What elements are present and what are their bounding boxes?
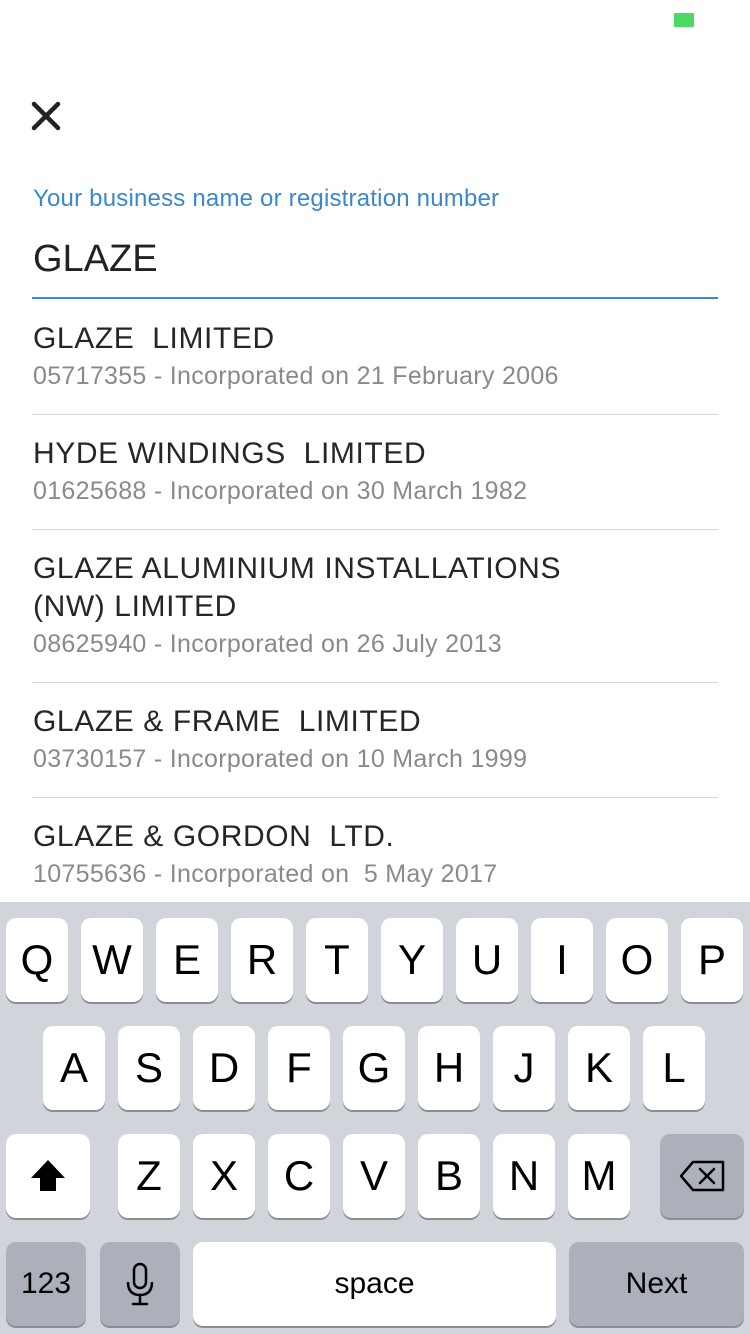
result-company-name: GLAZE LIMITED — [33, 322, 275, 355]
shift-key[interactable] — [6, 1134, 90, 1218]
key-s[interactable]: S — [118, 1026, 180, 1110]
results-list: GLAZE LIMITED 05717355 - Incorporated on … — [0, 300, 750, 902]
battery-icon — [674, 13, 694, 27]
result-item[interactable]: GLAZE ALUMINIUM INSTALLATIONS (NW) LIMIT… — [32, 530, 718, 683]
delete-key[interactable] — [660, 1134, 744, 1218]
key-w[interactable]: W — [81, 918, 143, 1002]
search-input[interactable] — [33, 230, 718, 288]
result-item[interactable]: GLAZE LIMITED 05717355 - Incorporated on … — [32, 300, 718, 415]
keyboard: Q W E R T Y U I O P A S D F G H J K L Z X C V B N M 123 space Next — [0, 902, 750, 1334]
key-o[interactable]: O — [606, 918, 668, 1002]
result-company-details: 03730157 - Incorporated on 10 March 1999 — [33, 745, 528, 773]
key-e[interactable]: E — [156, 918, 218, 1002]
key-t[interactable]: T — [306, 918, 368, 1002]
result-company-details: 10755636 - Incorporated on 5 May 2017 — [33, 860, 498, 888]
key-g[interactable]: G — [343, 1026, 405, 1110]
key-y[interactable]: Y — [381, 918, 443, 1002]
key-p[interactable]: P — [681, 918, 743, 1002]
key-b[interactable]: B — [418, 1134, 480, 1218]
key-h[interactable]: H — [418, 1026, 480, 1110]
key-v[interactable]: V — [343, 1134, 405, 1218]
result-company-name: GLAZE & FRAME LIMITED — [33, 705, 422, 738]
numbers-key[interactable]: 123 — [6, 1242, 86, 1326]
key-c[interactable]: C — [268, 1134, 330, 1218]
result-item[interactable]: GLAZE & GORDON LTD. 10755636 - Incorporat… — [32, 798, 718, 902]
screen: Your business name or registration numbe… — [0, 0, 750, 1334]
key-a[interactable]: A — [43, 1026, 105, 1110]
key-r[interactable]: R — [231, 918, 293, 1002]
key-j[interactable]: J — [493, 1026, 555, 1110]
key-n[interactable]: N — [493, 1134, 555, 1218]
key-f[interactable]: F — [268, 1026, 330, 1110]
result-item[interactable]: HYDE WINDINGS LIMITED 01625688 - Incorpor… — [32, 415, 718, 530]
key-m[interactable]: M — [568, 1134, 630, 1218]
result-company-name: GLAZE ALUMINIUM INSTALLATIONS (NW) LIMIT… — [33, 552, 570, 623]
result-company-name: HYDE WINDINGS LIMITED — [33, 437, 427, 470]
microphone-key[interactable] — [100, 1242, 180, 1326]
backspace-icon — [679, 1160, 725, 1192]
key-q[interactable]: Q — [6, 918, 68, 1002]
result-company-details: 05717355 - Incorporated on 21 February 2… — [33, 362, 559, 390]
result-company-name: GLAZE & GORDON LTD. — [33, 820, 395, 853]
key-k[interactable]: K — [568, 1026, 630, 1110]
result-item[interactable]: GLAZE & FRAME LIMITED 03730157 - Incorpor… — [32, 683, 718, 798]
close-button[interactable] — [22, 92, 70, 140]
shift-icon — [31, 1160, 65, 1191]
key-l[interactable]: L — [643, 1026, 705, 1110]
space-key[interactable]: space — [193, 1242, 556, 1326]
close-icon — [31, 101, 61, 131]
key-d[interactable]: D — [193, 1026, 255, 1110]
key-z[interactable]: Z — [118, 1134, 180, 1218]
key-i[interactable]: I — [531, 918, 593, 1002]
result-company-details: 01625688 - Incorporated on 30 March 1982 — [33, 477, 528, 505]
next-key[interactable]: Next — [569, 1242, 744, 1326]
result-company-details: 08625940 - Incorporated on 26 July 2013 — [33, 630, 502, 658]
key-u[interactable]: U — [456, 918, 518, 1002]
search-input-underline — [32, 297, 718, 299]
search-field-label: Your business name or registration numbe… — [33, 185, 500, 212]
key-x[interactable]: X — [193, 1134, 255, 1218]
microphone-icon — [126, 1262, 154, 1306]
